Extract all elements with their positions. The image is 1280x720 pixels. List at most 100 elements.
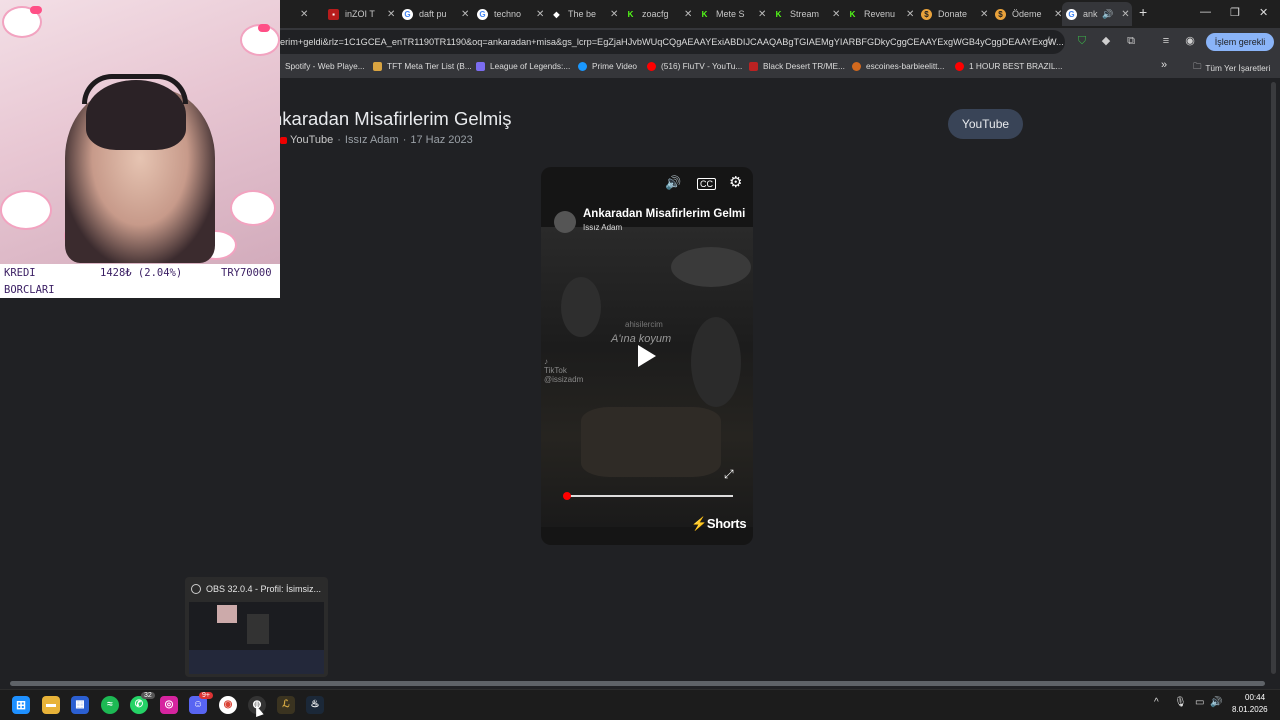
video-channel[interactable]: Issız Adam [345,134,399,146]
avatar[interactable] [554,211,576,233]
play-icon[interactable] [638,345,656,367]
minimize-icon[interactable]: — [1200,6,1211,18]
bow-decoration [30,6,42,14]
shorts-player[interactable]: 🔊 CC ⚙ Ankaradan Misafirlerim Gelmi Issı… [541,167,753,545]
tab-5[interactable]: Kzoacfg ✕ [625,2,693,26]
spotify-icon[interactable]: ≈ [101,696,119,714]
close-tab-icon[interactable]: ✕ [300,9,308,20]
bookmark-black-desert[interactable]: Black Desert TR/ME... [749,61,845,71]
close-window-icon[interactable]: ✕ [1259,6,1268,19]
microphone-icon[interactable]: 🎙 [1174,697,1187,708]
close-tab-icon[interactable]: ✕ [832,9,840,20]
shorts-label: Shorts [706,516,747,531]
volume-icon[interactable]: 🔊 [665,175,681,191]
tab-2[interactable]: Gdaft pu ✕ [402,2,469,26]
video-overlay-handle: ahisilercim [625,320,663,329]
close-tab-icon[interactable]: ✕ [610,9,618,20]
tab-10[interactable]: $ Ödeme ✕ [995,2,1062,26]
bookmark-spotify[interactable]: Spotify - Web Playe... [285,61,365,71]
youtube-icon [280,136,287,144]
gear-icon[interactable]: ⚙ [729,173,742,191]
escoines-icon [852,61,861,71]
tab-3[interactable]: Gtechno ✕ [477,2,544,26]
maximize-icon[interactable]: ❐ [1230,6,1240,19]
tab-7[interactable]: K Stream ✕ [773,2,841,26]
bookmark-brazil[interactable]: 1 HOUR BEST BRAZIL... [955,61,1062,71]
new-tab-button[interactable]: + [1139,4,1147,20]
taskbar-date[interactable]: 8.01.2026 [1232,705,1268,714]
obs-taskbar-preview[interactable]: OBS 32.0.4 - Profil: İsimsiz... [185,577,328,677]
taskbar-time[interactable]: 00:44 [1245,693,1265,702]
bookmark-escoines[interactable]: escoines-barbieelitt... [852,61,944,71]
tab-8[interactable]: K Revenu ✕ [847,2,915,26]
tab-label: ank [1083,9,1098,19]
windows-start-icon[interactable]: ⊞ [12,696,30,714]
scene-table [581,407,721,477]
instagram-icon[interactable]: ◎ [160,696,178,714]
lol-icon [476,61,485,71]
open-youtube-button[interactable]: YouTube [948,109,1023,139]
horizontal-scroll-thumb[interactable] [10,681,1265,686]
shield-icon[interactable]: ⛉ [1075,34,1089,48]
debt-value: 1428₺ (2.04%) [100,267,183,279]
video-source[interactable]: YouTube [290,134,333,146]
bookmark-tft[interactable]: TFT Meta Tier List (B... [373,61,472,71]
progress-handle[interactable] [563,492,571,500]
close-tab-icon[interactable]: ✕ [536,9,544,20]
tab-4[interactable]: ◆ The be ✕ [551,2,618,26]
tab-1[interactable]: ▪ inZOI T ✕ [328,2,395,26]
close-tab-icon[interactable]: ✕ [906,9,914,20]
diamond-icon: ◆ [553,9,560,19]
chevron-right-icon[interactable]: » [1161,59,1167,71]
tiktok-handle: @issizadm [544,375,584,384]
media-control-icon[interactable]: ≡ [1159,34,1173,48]
extension-diamond-icon[interactable]: ◆ [1099,34,1113,48]
bookmark-label: escoines-barbieelitt... [866,61,945,71]
bookmark-flutv[interactable]: (516) FluTV - YouTu... [647,61,742,71]
close-tab-icon[interactable]: ✕ [980,9,988,20]
steam-icon[interactable]: ♨ [306,696,324,714]
close-tab-icon[interactable]: ✕ [1121,9,1129,20]
tab-6[interactable]: K Mete S ✕ [699,2,767,26]
file-explorer-icon[interactable]: ▬ [42,696,60,714]
avatar[interactable]: ◉ [1183,34,1197,48]
volume-icon[interactable]: 🔊 [1210,697,1222,708]
obs-preview-thumbnail[interactable] [189,602,324,674]
speaker-icon[interactable]: 🔊 [1102,9,1113,20]
close-tab-icon[interactable]: ✕ [684,9,692,20]
kick-icon: K [849,9,856,19]
close-tab-icon[interactable]: ✕ [461,9,469,20]
close-tab-icon[interactable]: ✕ [758,9,766,20]
scene-car [671,247,751,287]
youtube-icon [647,61,656,71]
player-title[interactable]: Ankaradan Misafirlerim Gelmi [583,208,745,220]
extensions-icon[interactable]: ⧉ [1124,34,1138,48]
borclari-label: BORCLARI [4,284,55,296]
bookmark-lol[interactable]: League of Legends:... [476,61,570,71]
bookmark-prime-video[interactable]: Prime Video [578,61,637,71]
player-channel[interactable]: Issız Adam [583,223,622,232]
tab-label: Donate [938,9,968,19]
monitor-icon[interactable]: ▭ [1195,697,1204,708]
all-bookmarks[interactable]: 🗀 Tüm Yer İşaretleri [1193,61,1270,75]
bookmark-star-icon[interactable]: ☆ [1042,34,1056,48]
microsoft-store-icon[interactable]: ▦ [71,696,89,714]
vertical-scroll-thumb[interactable] [1271,82,1276,674]
tft-icon [373,61,382,71]
chrome-icon[interactable]: ◉ [219,696,237,714]
black-desert-icon [749,61,758,71]
shorts-logo[interactable]: ⚡Shorts [691,516,747,532]
profile-action-button[interactable]: İşlem gerekli [1206,33,1274,51]
tab-11-active[interactable]: Gank 🔊 ✕ [1062,2,1132,26]
shorts-icon: ⚡ [691,516,707,531]
captions-icon[interactable]: CC [697,178,716,190]
tab-9[interactable]: $ Donate ✕ [921,2,988,26]
bookmark-label: Prime Video [592,61,638,71]
progress-bar[interactable] [567,495,733,497]
league-client-icon[interactable]: ℒ [277,696,295,714]
address-bar[interactable]: erim+geldi&rlz=1C1GCEA_enTR1190TR1190&oq… [270,30,1065,54]
fullscreen-icon[interactable]: ⤢ [724,467,734,482]
video-icon: ▪ [328,8,339,20]
close-tab-icon[interactable]: ✕ [387,9,395,20]
chevron-up-icon[interactable]: ^ [1154,697,1159,708]
